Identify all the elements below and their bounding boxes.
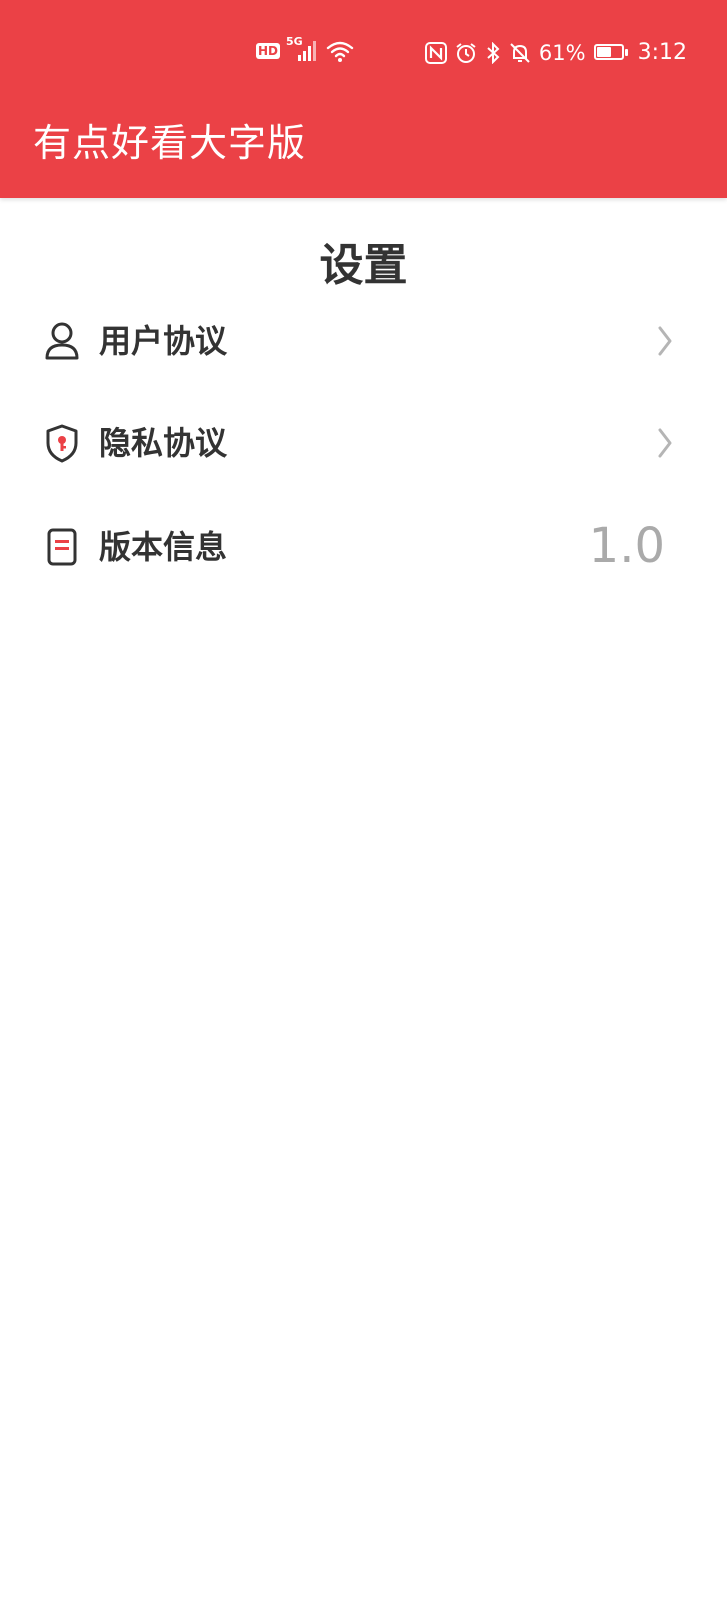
status-bar-left: HD 5G xyxy=(256,35,354,63)
nfc-icon xyxy=(424,42,447,64)
status-bar-right: 61% 3:12 xyxy=(424,39,687,67)
status-bar: HD 5G 61% 3:12 xyxy=(0,30,727,76)
battery-percent: 61% xyxy=(538,41,586,65)
chevron-right-icon xyxy=(657,326,673,356)
shield-lock-icon xyxy=(44,423,80,463)
clock: 3:12 xyxy=(637,40,687,65)
mute-icon xyxy=(509,42,531,64)
alarm-icon xyxy=(455,42,477,64)
settings-item-user-agreement[interactable]: 用户协议 xyxy=(0,306,727,376)
app-header: HD 5G 61% 3:12 有点好看大字版 xyxy=(0,0,727,198)
settings-item-label: 用户协议 xyxy=(99,322,228,360)
user-icon xyxy=(44,321,80,361)
document-icon xyxy=(44,527,80,567)
settings-item-version-info: 版本信息 1.0 xyxy=(0,512,727,582)
bluetooth-icon xyxy=(485,41,501,65)
signal-5g-icon: 5G xyxy=(286,35,317,63)
page-title: 设置 xyxy=(319,240,408,291)
hd-icon: HD xyxy=(256,43,281,59)
settings-item-label: 隐私协议 xyxy=(99,424,228,462)
app-title: 有点好看大字版 xyxy=(33,121,307,165)
version-value: 1.0 xyxy=(588,518,665,574)
chevron-right-icon xyxy=(657,428,673,458)
battery-icon xyxy=(593,44,630,62)
settings-item-label: 版本信息 xyxy=(99,528,228,566)
wifi-icon xyxy=(326,39,354,63)
settings-item-privacy-agreement[interactable]: 隐私协议 xyxy=(0,408,727,478)
